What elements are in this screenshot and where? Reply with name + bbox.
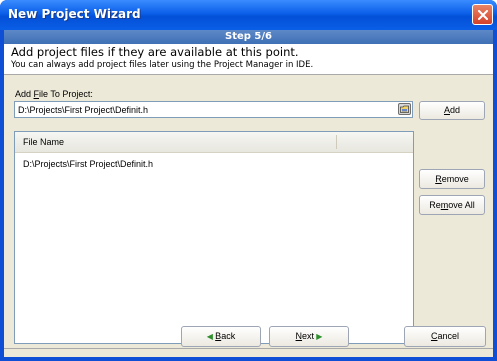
right-arrow-icon: ▶: [314, 332, 323, 341]
file-list[interactable]: File Name D:\Projects\First Project\Defi…: [14, 131, 414, 344]
dialog-client: Step 5/6 Add project files if they are a…: [4, 30, 493, 357]
add-button[interactable]: Add: [419, 101, 485, 120]
add-file-label-suffix: ile To Project:: [39, 89, 93, 99]
file-list-header: File Name: [15, 132, 413, 153]
remove-all-button[interactable]: Remove All: [419, 195, 485, 215]
browse-folder-icon: [400, 105, 409, 113]
close-icon: [478, 10, 488, 20]
add-button-label: dd: [450, 105, 461, 115]
column-file-name[interactable]: File Name: [23, 137, 64, 147]
next-button-label: ext: [302, 331, 315, 341]
header-divider: [4, 74, 493, 75]
window-title: New Project Wizard: [8, 7, 141, 21]
column-separator[interactable]: [336, 135, 337, 149]
back-button-label: ack: [221, 331, 236, 341]
remove-all-suffix: ove All: [448, 200, 475, 210]
title-bar[interactable]: New Project Wizard: [0, 0, 497, 30]
left-arrow-icon: ◀: [206, 332, 216, 341]
remove-button[interactable]: Remove: [419, 169, 485, 189]
cancel-button[interactable]: Cancel: [404, 326, 486, 347]
add-file-label: Add File To Project:: [15, 89, 93, 99]
header-main-text: Add project files if they are available …: [11, 45, 299, 59]
list-item[interactable]: D:\Projects\First Project\Definit.h: [23, 159, 153, 169]
remove-all-prefix: Re: [429, 200, 441, 210]
add-file-label-prefix: Add: [15, 89, 34, 99]
add-file-input[interactable]: [14, 101, 413, 118]
step-banner: Step 5/6: [4, 30, 493, 44]
footer-divider: [4, 348, 493, 349]
close-button[interactable]: [472, 4, 493, 25]
wizard-window: New Project Wizard Step 5/6 Add project …: [0, 0, 497, 361]
remove-button-label: emove: [441, 174, 469, 184]
back-button[interactable]: ◀ Back: [181, 326, 261, 347]
cancel-button-label: ancel: [437, 331, 459, 341]
step-indicator: Step 5/6: [225, 31, 272, 42]
header-sub-text: You can always add project files later u…: [11, 60, 314, 70]
next-button[interactable]: Next ▶: [269, 326, 349, 347]
browse-button[interactable]: [398, 103, 411, 115]
